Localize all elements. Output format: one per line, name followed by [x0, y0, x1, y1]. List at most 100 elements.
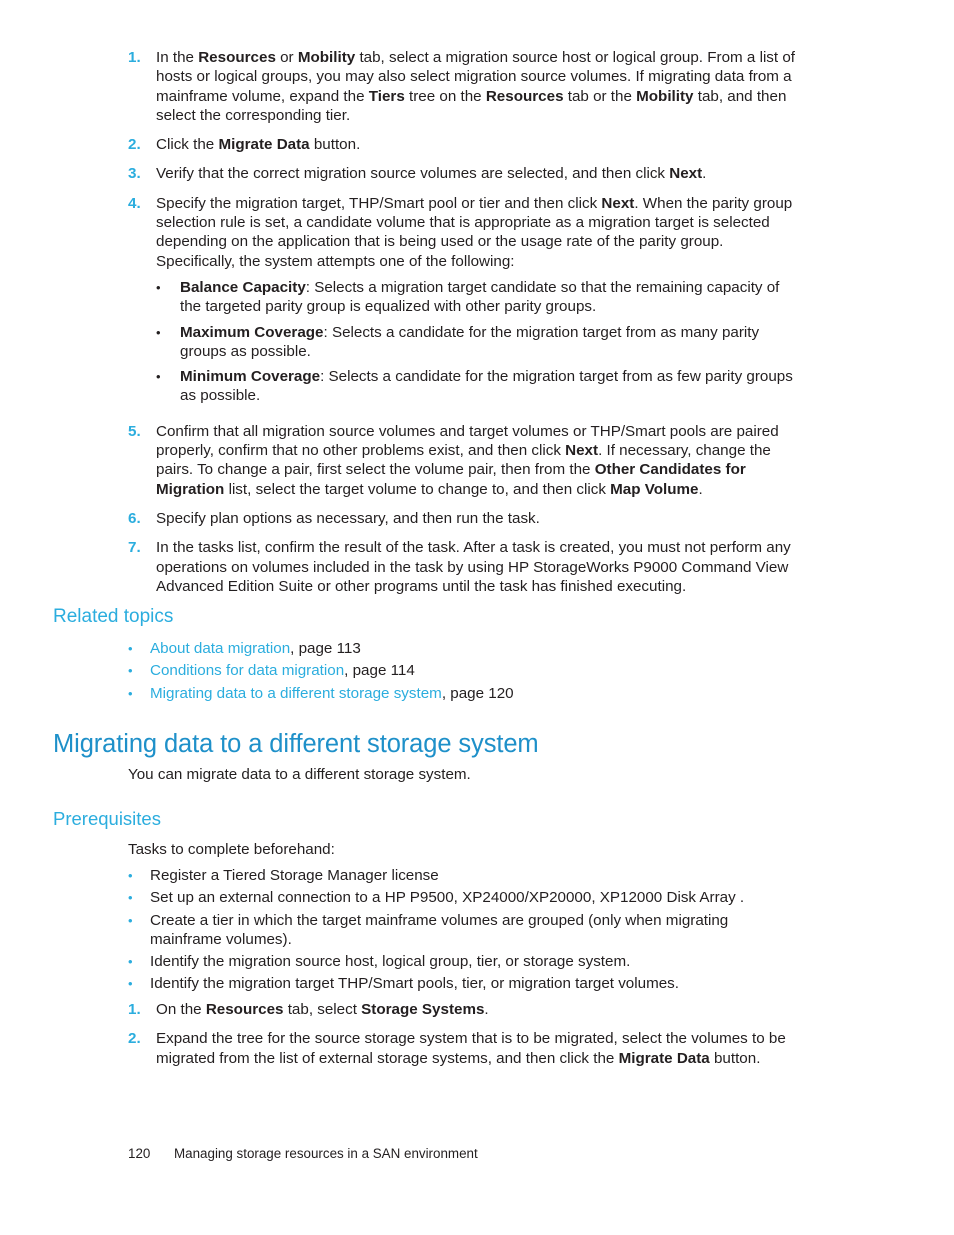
paragraph: Expand the tree for the source storage s… [156, 1029, 804, 1068]
prerequisite-bullet-text: Identify the migration source host, logi… [150, 952, 804, 971]
bold-run: Mobility [297, 49, 356, 66]
procedure-step-item: 6. Specify plan options as necessary, and… [128, 509, 804, 528]
bold-run: Migrate Data [218, 136, 310, 154]
related-topic-item[interactable]: • Conditions for data migration, page 114 [128, 661, 813, 680]
bold-run: Balance Capacity [180, 278, 306, 296]
document-page: 1. In the Resources or Mobility tab, sele… [0, 0, 954, 1235]
related-topic-text: Migrating data to a different storage sy… [150, 684, 813, 703]
prerequisite-bullet-item: • Set up an external connection to a HP P… [128, 888, 804, 907]
procedure-step-number: 6. [128, 509, 141, 527]
paragraph: Confirm that all migration source volume… [156, 422, 804, 499]
text-run: Identify the migration source host, logi… [150, 953, 631, 971]
related-topic-page-ref: , page 120 [441, 684, 514, 702]
bold-run: Resources [485, 87, 564, 105]
bullet-icon: • [156, 369, 161, 385]
related-topic-item[interactable]: • Migrating data to a different storage s… [128, 684, 813, 703]
related-topics-section: Related topics • About data migration , pa… [53, 605, 813, 706]
prerequisites-heading: Prerequisites [53, 808, 161, 829]
sub-bullet-text: Maximum Coverage: Selects a candidate fo… [180, 323, 804, 362]
bold-run: Map Volume [610, 480, 699, 498]
bold-run: Resources [205, 1001, 284, 1018]
bullet-icon: • [128, 954, 133, 970]
text-run: Verify that the correct migration source… [156, 165, 670, 183]
procedure-step-list: 1. In the Resources or Mobility tab, sele… [128, 48, 804, 606]
text-run: . [484, 1001, 489, 1018]
text-run: or [275, 49, 298, 66]
procedure-step-item: 5. Confirm that all migration source volu… [128, 422, 804, 499]
bold-run: Minimum Coverage [180, 368, 321, 386]
prerequisite-step-text: On the Resources tab, select Storage Sys… [156, 1000, 804, 1019]
text-run: tab or the [563, 87, 637, 105]
procedure-step-text: Specify plan options as necessary, and t… [156, 509, 804, 528]
paragraph: In the Resources or Mobility tab, select… [156, 48, 804, 125]
procedure-step-number: 2. [128, 136, 141, 154]
related-topics-list: • About data migration, page 113 • Conditio… [128, 639, 813, 703]
bold-run: Maximum Coverage [180, 323, 324, 341]
bullet-icon: • [128, 890, 133, 906]
text-run: Specify plan options as necessary, and t… [156, 509, 540, 527]
text-run: . [702, 165, 707, 183]
procedure-step-number: 3. [128, 165, 141, 183]
prerequisites-step-list: 1. On the Resources tab, select Storage S… [128, 1000, 804, 1078]
related-topic-item[interactable]: • About data migration, page 113 [128, 639, 813, 658]
procedure-step-item: 7. In the tasks list, confirm the result … [128, 538, 804, 596]
paragraph: Specify the migration target, THP/Smart … [156, 194, 804, 271]
sub-bullet-item: • Minimum Coverage: Selects a candidate f… [156, 367, 804, 406]
footer-chapter-title: Managing storage resources in a SAN envi… [174, 1146, 478, 1161]
bold-run: Resources [198, 49, 276, 66]
related-topic-link[interactable]: Conditions for data migration [150, 662, 344, 679]
sub-bullet-item: • Maximum Coverage: Selects a candidate f… [156, 323, 804, 362]
procedure-step-item: 1. In the Resources or Mobility tab, sele… [128, 48, 804, 125]
bullet-icon: • [128, 641, 133, 656]
prerequisite-bullet-item: • Register a Tiered Storage Manager licen… [128, 866, 804, 885]
sub-bullet-text: Balance Capacity: Selects a migration ta… [180, 278, 804, 317]
text-run: tree on the [404, 87, 486, 105]
text-run: Register a Tiered Storage Manager licens… [150, 867, 439, 884]
text-run: list, select the target volume to change… [224, 480, 611, 498]
related-topic-link[interactable]: Migrating data to a different storage sy… [150, 685, 442, 702]
procedure-step-number: 1. [128, 49, 141, 66]
procedure-step-text: Specify the migration target, THP/Smart … [156, 194, 804, 412]
sub-bullet-text: Minimum Coverage: Selects a candidate fo… [180, 367, 804, 406]
procedure-step-item: 3. Verify that the correct migration sour… [128, 164, 804, 183]
sub-bullet-list: • Balance Capacity: Selects a migration t… [156, 278, 804, 406]
bullet-icon: • [128, 976, 133, 992]
paragraph: Verify that the correct migration source… [156, 164, 804, 183]
page-title: Migrating data to a different storage sy… [53, 730, 539, 758]
bullet-icon: • [128, 663, 133, 679]
procedure-step-text: Verify that the correct migration source… [156, 164, 804, 183]
text-run: Identify the migration target THP/Smart … [150, 975, 679, 993]
text-run: Create a tier in which the target mainfr… [150, 911, 729, 948]
bold-run: Next [601, 194, 635, 212]
bullet-icon: • [128, 912, 133, 928]
procedure-step-number: 5. [128, 422, 141, 440]
bold-run: Next [669, 165, 703, 183]
paragraph: Specify plan options as necessary, and t… [156, 509, 804, 528]
text-run: In the [156, 49, 199, 66]
related-topic-link[interactable]: About data migration [150, 640, 290, 657]
procedure-step-item: 2. Click the Migrate Data button. [128, 135, 804, 154]
prerequisite-step-item: 1. On the Resources tab, select Storage S… [128, 1000, 804, 1019]
related-topics-heading: Related topics [53, 606, 174, 627]
prerequisite-bullet-item: • Identify the migration source host, log… [128, 952, 804, 971]
bullet-icon: • [156, 279, 161, 295]
bold-run: Next [565, 442, 599, 460]
intro-paragraph: You can migrate data to a different stor… [128, 766, 471, 783]
bullet-icon: • [156, 324, 161, 340]
text-run: Specify the migration target, THP/Smart … [156, 194, 602, 212]
procedure-step-text: Confirm that all migration source volume… [156, 422, 804, 499]
prerequisites-intro: Tasks to complete beforehand: [128, 841, 335, 858]
sub-bullet-item: • Balance Capacity: Selects a migration t… [156, 278, 804, 317]
prerequisite-bullet-text: Create a tier in which the target mainfr… [150, 911, 804, 950]
bullet-icon: • [128, 868, 133, 883]
text-run: Click the [156, 136, 219, 154]
prerequisites-bullet-list: • Register a Tiered Storage Manager licen… [128, 866, 804, 997]
bullet-icon: • [128, 685, 133, 701]
page-footer: 120 Managing storage resources in a SAN … [128, 1145, 478, 1162]
prerequisite-bullet-item: • Create a tier in which the target mainf… [128, 911, 804, 950]
text-run: button. [709, 1049, 761, 1067]
procedure-step-item: 4. Specify the migration target, THP/Smar… [128, 194, 804, 412]
procedure-step-text: In the Resources or Mobility tab, select… [156, 48, 804, 125]
paragraph: In the tasks list, confirm the result of… [156, 538, 804, 596]
paragraph: On the Resources tab, select Storage Sys… [156, 1000, 804, 1019]
